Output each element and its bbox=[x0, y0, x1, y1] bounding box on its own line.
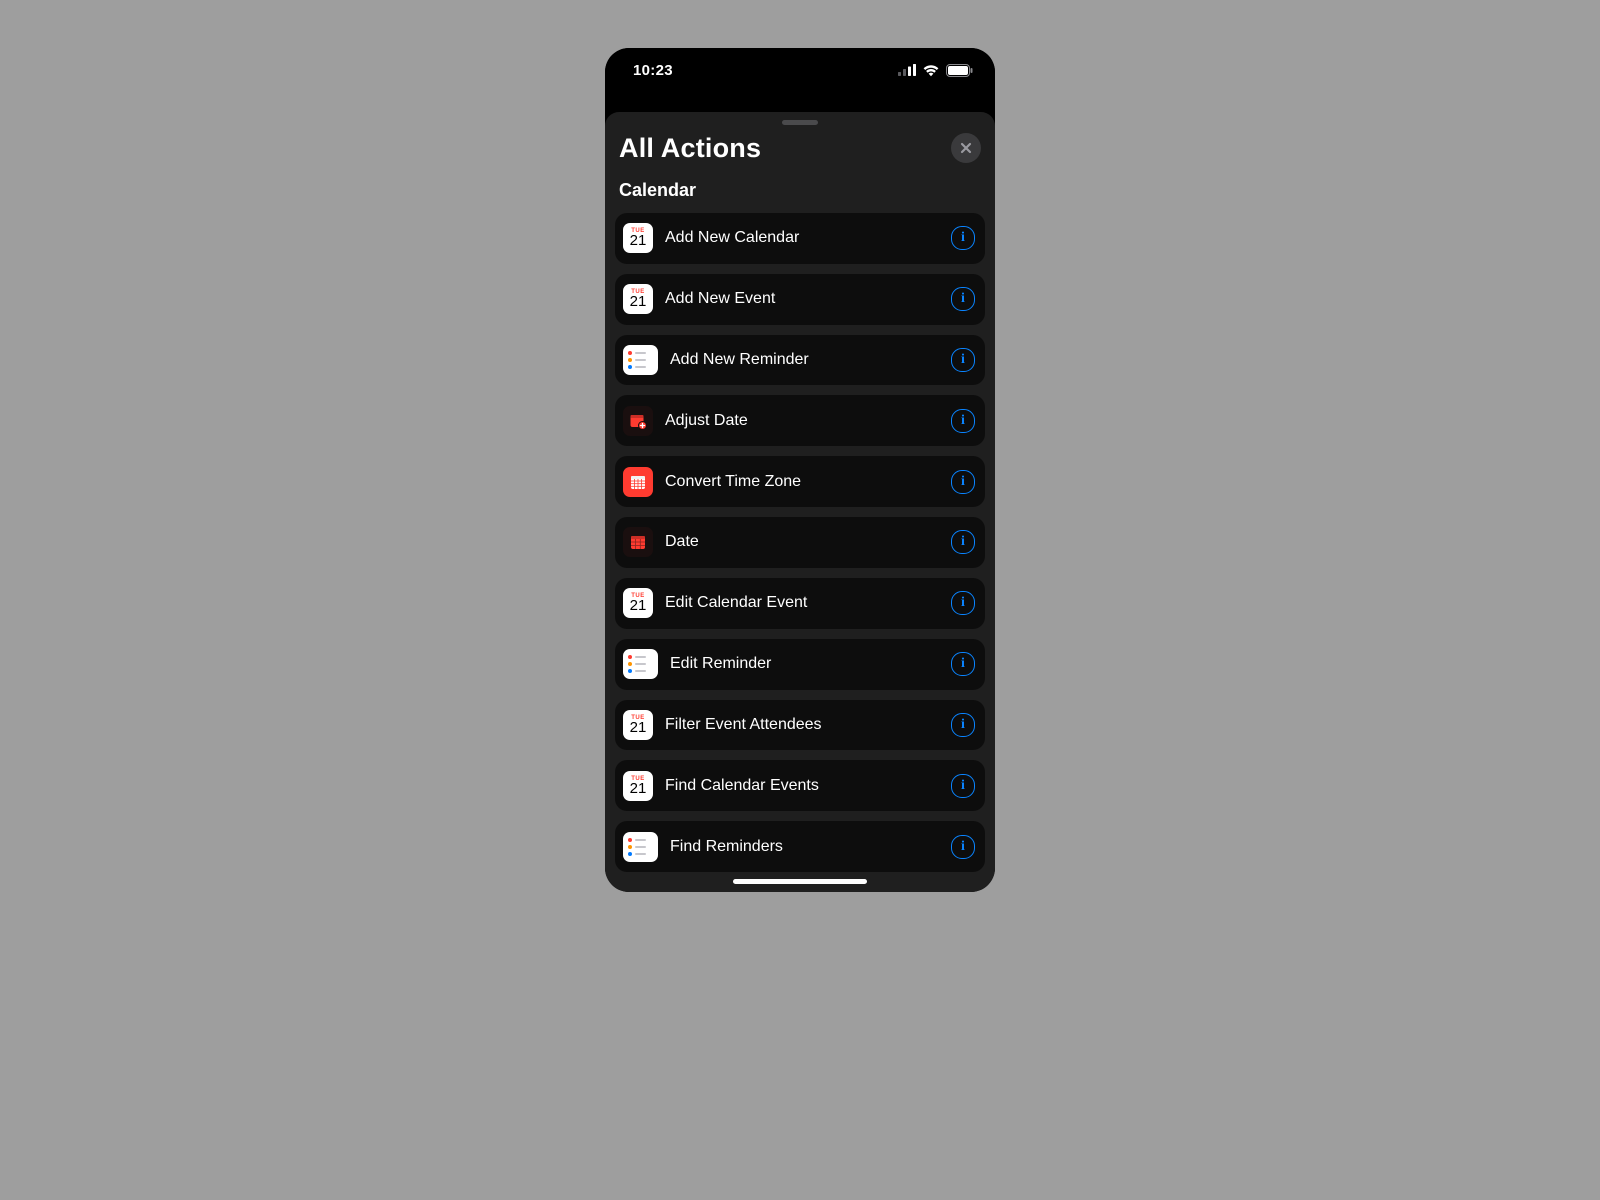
adjust-date-icon bbox=[623, 406, 653, 436]
action-label: Find Calendar Events bbox=[665, 777, 939, 795]
calendar-day: 21 bbox=[630, 598, 647, 613]
action-label: Edit Reminder bbox=[670, 655, 939, 673]
calendar-day: 21 bbox=[630, 781, 647, 796]
sheet-header: All Actions bbox=[605, 129, 995, 170]
info-icon: i bbox=[961, 475, 965, 489]
action-row[interactable]: Edit Reminder i bbox=[615, 639, 985, 690]
action-label: Add New Calendar bbox=[665, 229, 939, 247]
info-icon: i bbox=[961, 840, 965, 854]
calendar-app-icon: TUE 21 bbox=[623, 284, 653, 314]
info-button[interactable]: i bbox=[951, 226, 975, 250]
action-label: Add New Event bbox=[665, 290, 939, 308]
action-row[interactable]: TUE 21 Find Calendar Events i bbox=[615, 760, 985, 811]
info-button[interactable]: i bbox=[951, 713, 975, 737]
calendar-app-icon: TUE 21 bbox=[623, 771, 653, 801]
info-button[interactable]: i bbox=[951, 835, 975, 859]
reminders-app-icon bbox=[623, 832, 658, 862]
action-row[interactable]: TUE 21 Filter Event Attendees i bbox=[615, 700, 985, 751]
action-row[interactable]: TUE 21 Add New Event i bbox=[615, 274, 985, 325]
sheet-grabber[interactable] bbox=[782, 120, 818, 125]
section-title-calendar: Calendar bbox=[605, 170, 995, 211]
info-icon: i bbox=[961, 292, 965, 306]
status-right-cluster bbox=[898, 64, 973, 77]
sheet-title: All Actions bbox=[619, 133, 761, 164]
info-button[interactable]: i bbox=[951, 348, 975, 372]
calendar-day: 21 bbox=[630, 720, 647, 735]
info-icon: i bbox=[961, 596, 965, 610]
action-label: Convert Time Zone bbox=[665, 473, 939, 491]
info-icon: i bbox=[961, 779, 965, 793]
info-icon: i bbox=[961, 535, 965, 549]
info-icon: i bbox=[961, 718, 965, 732]
status-bar: 10:23 bbox=[605, 48, 995, 92]
home-indicator[interactable] bbox=[733, 879, 867, 884]
action-row[interactable]: Convert Time Zone i bbox=[615, 456, 985, 507]
calendar-app-icon: TUE 21 bbox=[623, 223, 653, 253]
close-icon bbox=[960, 142, 972, 154]
battery-icon bbox=[946, 64, 973, 77]
info-icon: i bbox=[961, 657, 965, 671]
action-row[interactable]: Adjust Date i bbox=[615, 395, 985, 446]
cellular-icon bbox=[898, 64, 916, 76]
actions-list: TUE 21 Add New Calendar i TUE 21 Add New … bbox=[605, 211, 995, 892]
action-label: Adjust Date bbox=[665, 412, 939, 430]
calendar-day: 21 bbox=[630, 294, 647, 309]
close-button[interactable] bbox=[951, 133, 981, 163]
info-button[interactable]: i bbox=[951, 470, 975, 494]
reminders-app-icon bbox=[623, 345, 658, 375]
date-icon bbox=[623, 527, 653, 557]
calendar-app-icon: TUE 21 bbox=[623, 710, 653, 740]
action-label: Edit Calendar Event bbox=[665, 594, 939, 612]
actions-sheet: All Actions Calendar TUE 21 Add New Cale… bbox=[605, 112, 995, 892]
info-icon: i bbox=[961, 414, 965, 428]
info-button[interactable]: i bbox=[951, 774, 975, 798]
convert-timezone-icon bbox=[623, 467, 653, 497]
action-row[interactable]: Find Reminders i bbox=[615, 821, 985, 872]
wifi-icon bbox=[922, 64, 940, 77]
action-row[interactable]: Date i bbox=[615, 517, 985, 568]
calendar-day: 21 bbox=[630, 233, 647, 248]
action-label: Filter Event Attendees bbox=[665, 716, 939, 734]
action-label: Date bbox=[665, 533, 939, 551]
action-label: Add New Reminder bbox=[670, 351, 939, 369]
action-label: Find Reminders bbox=[670, 838, 939, 856]
info-button[interactable]: i bbox=[951, 530, 975, 554]
action-row[interactable]: TUE 21 Edit Calendar Event i bbox=[615, 578, 985, 629]
action-row[interactable]: TUE 21 Add New Calendar i bbox=[615, 213, 985, 264]
action-row[interactable]: Add New Reminder i bbox=[615, 335, 985, 386]
calendar-app-icon: TUE 21 bbox=[623, 588, 653, 618]
info-button[interactable]: i bbox=[951, 409, 975, 433]
info-button[interactable]: i bbox=[951, 591, 975, 615]
info-icon: i bbox=[961, 231, 965, 245]
phone-frame: 10:23 All Actions bbox=[605, 48, 995, 892]
status-time: 10:23 bbox=[633, 62, 673, 79]
info-button[interactable]: i bbox=[951, 287, 975, 311]
info-icon: i bbox=[961, 353, 965, 367]
reminders-app-icon bbox=[623, 649, 658, 679]
info-button[interactable]: i bbox=[951, 652, 975, 676]
